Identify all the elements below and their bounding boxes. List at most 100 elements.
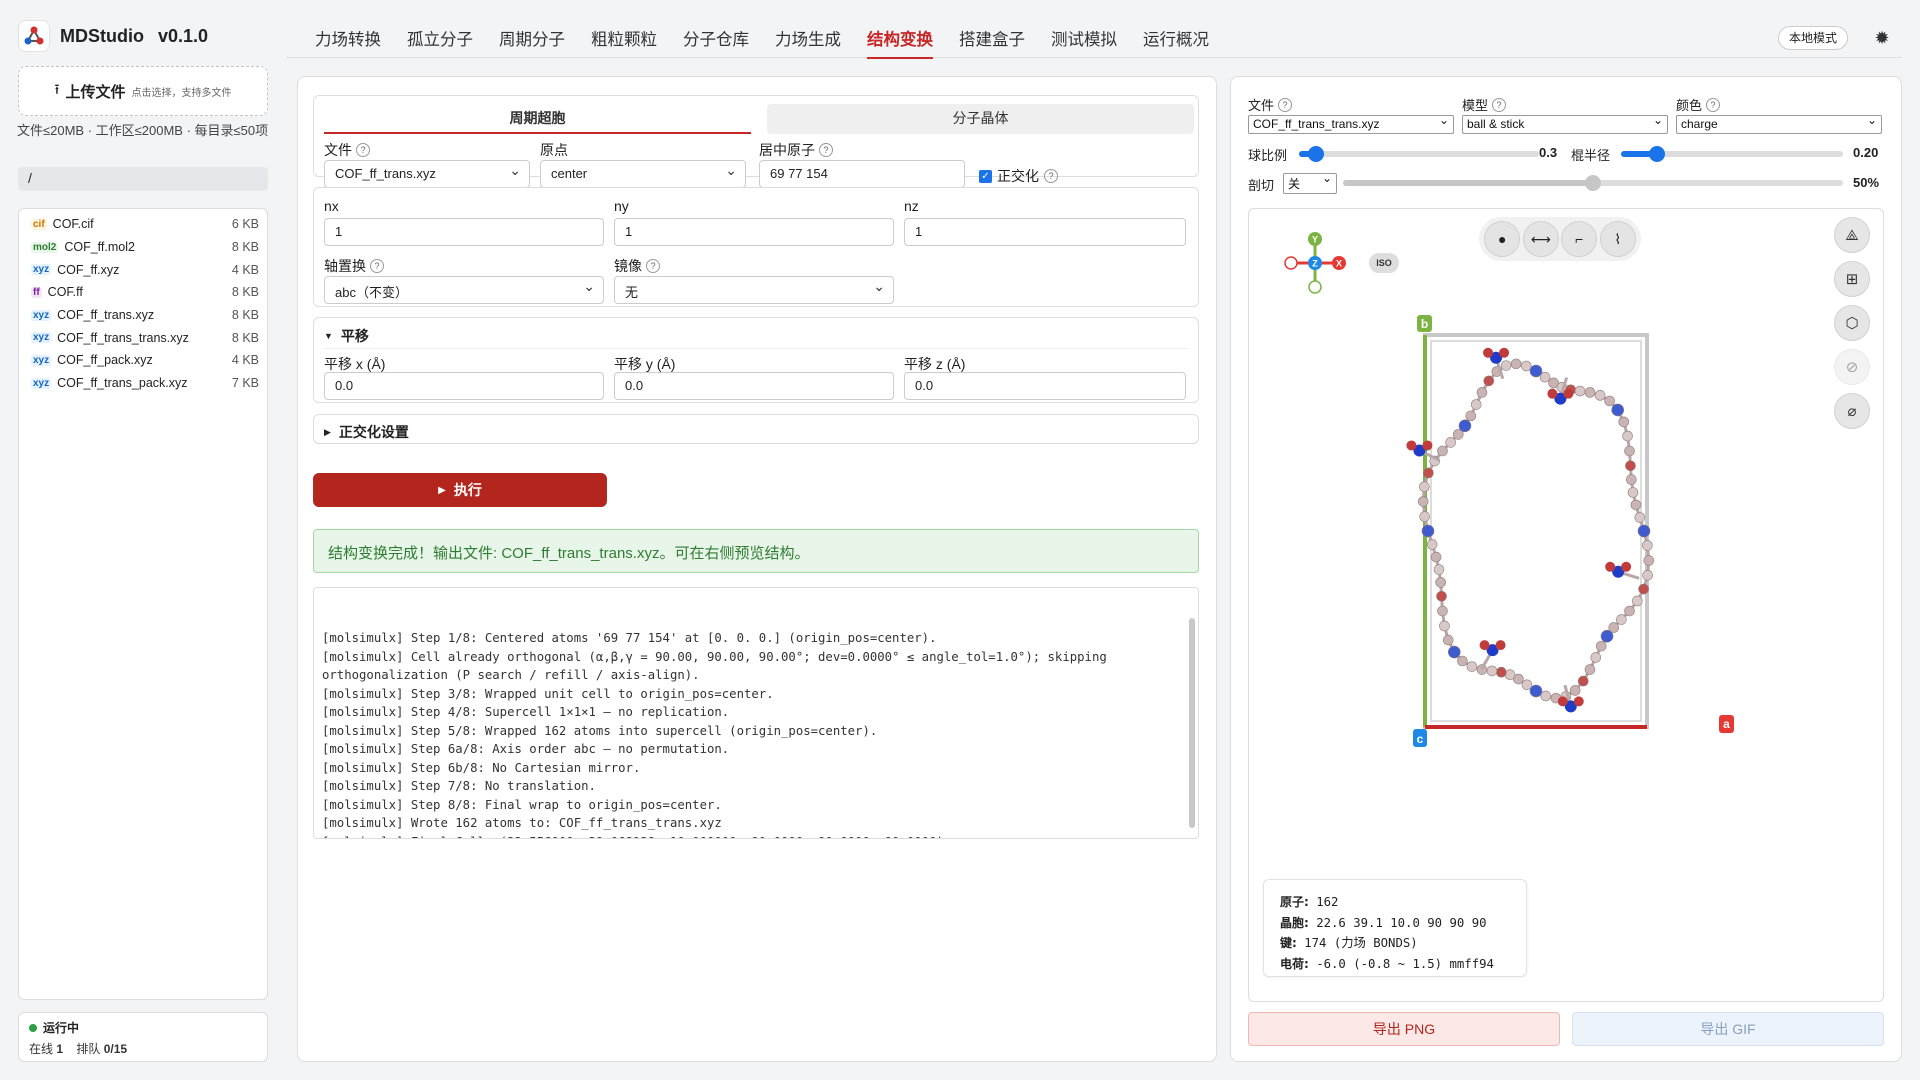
angle-mode-icon[interactable]: ⌐ [1561,221,1598,257]
bond-mode-icon[interactable]: ⟷ [1522,221,1559,257]
ty-input[interactable]: 0.0 [614,372,894,400]
nav-tab[interactable]: 测试模拟 [1038,22,1130,58]
file-type-badge: xyz [31,354,52,366]
ball-scale-slider[interactable] [1299,146,1539,162]
file-list-item[interactable]: ff COF.ff 8 KB [19,281,267,304]
viewer-panel: 文件? COF_ff_trans_trans.xyz 模型? ball & st… [1230,76,1902,1062]
cell-a-label: a [1723,717,1730,731]
brand: MDStudio v0.1.0 [18,18,208,54]
help-icon[interactable]: ? [1706,97,1721,112]
ortho-settings-card[interactable]: ▶ 正交化设置 [313,414,1199,444]
ortho-settings-toggle[interactable]: ▶ 正交化设置 [324,422,409,442]
center-atoms-input[interactable]: 69 77 154 [759,160,965,188]
origin-select[interactable]: center [540,160,746,188]
nav-tab[interactable]: 分子仓库 [670,22,762,58]
gear-icon[interactable]: ✹ [1870,26,1894,50]
file-list-item[interactable]: cif COF.cif 6 KB [19,213,267,236]
log-line: [molsimulx] Step 1/8: Centered atoms '69… [322,631,937,645]
file-list-item[interactable]: xyz COF_ff_trans_pack.xyz 7 KB [19,372,267,395]
nav-tab[interactable]: 力场生成 [762,22,854,58]
local-mode-button[interactable]: 本地模式 [1778,26,1849,50]
file-list-item[interactable]: mol2 COF_ff.mol2 8 KB [19,236,267,259]
center-atoms-label: 居中原子? [759,140,833,160]
help-icon[interactable]: ? [1044,169,1058,183]
translate-section-toggle[interactable]: ▼ 平移 [324,326,369,346]
model-select[interactable]: ball & stick [1462,113,1668,134]
file-name: COF.ff [47,285,83,300]
help-icon[interactable]: ? [819,143,833,157]
dihedral-mode-icon[interactable]: ⌇ [1599,221,1636,257]
ny-label: ny [614,198,629,214]
current-path[interactable]: / [18,167,268,191]
file-name: COF_ff_trans.xyz [57,308,155,323]
export-gif-button[interactable]: 导出 GIF [1572,1012,1884,1046]
nav-tab[interactable]: 结构变换 [854,22,946,59]
mode-subtabs: 周期超胞 分子晶体 [324,104,1194,134]
atom-mode-icon[interactable]: ● [1484,221,1521,257]
ny-input[interactable]: 1 [614,218,894,246]
export-png-button[interactable]: 导出 PNG [1248,1012,1560,1046]
nav-tab[interactable]: 周期分子 [486,22,578,58]
axis-x-label: X [1336,259,1342,269]
file-name: COF_ff.xyz [57,262,120,277]
viewer-file-label: 文件? [1248,95,1293,114]
perspective-icon[interactable]: ⟁ [1834,217,1870,253]
file-name: COF_ff_pack.xyz [57,353,153,368]
clip-select[interactable]: 关 [1283,171,1337,194]
ball-scale-knob[interactable] [1307,146,1324,162]
tx-input[interactable]: 0.0 [324,372,604,400]
nav-tab[interactable]: 运行概况 [1130,22,1222,58]
color-select[interactable]: charge [1676,113,1882,134]
log-lines: [molsimulx] Step 1/8: Centered atoms '69… [322,629,1180,838]
axis-perm-select[interactable]: abc（不变） [324,276,604,304]
log-line: [molsimulx] Step 6b/8: No Cartesian mirr… [322,760,641,775]
execute-button[interactable]: ▶ 执行 [313,473,607,507]
tz-input[interactable]: 0.0 [904,372,1186,400]
viewer-file-select[interactable]: COF_ff_trans_trans.xyz [1248,113,1454,134]
subtab-molecular-crystal[interactable]: 分子晶体 [767,104,1194,134]
nx-label: nx [324,198,339,214]
unit-cell-icon[interactable]: ⬡ [1834,305,1870,341]
file-list-item[interactable]: xyz COF_ff_trans.xyz 8 KB [19,304,267,327]
molecule-viewer[interactable]: Y X Z ISO ● ⟷ ⌐ ⌇ ⟁ ⊞ ⬡ ⊘ ⌀ b a c 原子: 16… [1248,208,1884,1002]
file-select[interactable]: COF_ff_trans.xyz [324,160,530,188]
file-size: 8 KB [231,330,259,345]
help-icon[interactable]: ? [1278,97,1293,112]
log-line: [molsimulx] Wrote 162 atoms to: COF_ff_t… [322,816,722,830]
atoms-count: 162 [1316,895,1339,909]
nav-tab[interactable]: 粗粒颗粒 [578,22,670,58]
log-line: [molsimulx] Step 7/8: No translation. [322,779,596,793]
subtab-periodic-supercell[interactable]: 周期超胞 [324,104,751,134]
file-list-item[interactable]: xyz COF_ff_pack.xyz 4 KB [19,349,267,372]
help-icon[interactable]: ? [370,259,384,273]
mirror-select[interactable]: 无 [614,276,894,304]
upload-button[interactable]: ⭱ 上传文件 点击选择，支持多文件 [18,66,268,116]
file-name: COF_ff.mol2 [64,240,135,255]
help-icon[interactable]: ? [1492,97,1507,112]
nz-input[interactable]: 1 [904,218,1186,246]
help-icon[interactable]: ? [356,143,370,157]
orthogonalize-checkbox[interactable]: ✓ 正交化 ? [979,166,1058,186]
file-list-item[interactable]: xyz COF_ff_trans_trans.xyz 8 KB [19,326,267,349]
nav-tab[interactable]: 孤立分子 [394,22,486,58]
charge-summary: -6.0 (-0.8 ~ 1.5) mmff94 [1316,956,1494,971]
toggle-visibility-icon[interactable]: ⌀ [1834,393,1870,429]
hide-hydrogen-icon[interactable]: ⊘ [1834,349,1870,385]
module-tabs: 力场转换 孤立分子 周期分子 粗粒颗粒 分子仓库 力场生成 结构变换 搭建盒子 测试模拟 运行概况 [302,22,1222,59]
supercell-dims-card: nx 1 ny 1 nz 1 轴置换? abc（不变） 镜像? 无 [313,187,1199,307]
iso-view-button[interactable]: ISO [1369,253,1399,273]
nav-tab[interactable]: 搭建盒子 [946,22,1038,58]
clip-slider[interactable] [1343,175,1843,191]
cell-c-label: c [1417,732,1424,746]
axis-y-label: Y [1312,235,1318,245]
clip-knob[interactable] [1585,175,1601,191]
stick-radius-slider[interactable] [1621,146,1843,162]
color-label: 颜色? [1676,95,1721,114]
log-scrollbar[interactable] [1189,618,1195,828]
nx-input[interactable]: 1 [324,218,604,246]
help-icon[interactable]: ? [646,259,660,273]
file-list-item[interactable]: xyz COF_ff.xyz 4 KB [19,258,267,281]
nav-tab[interactable]: 力场转换 [302,22,394,58]
stick-radius-knob[interactable] [1648,146,1665,162]
grid-icon[interactable]: ⊞ [1834,261,1870,297]
